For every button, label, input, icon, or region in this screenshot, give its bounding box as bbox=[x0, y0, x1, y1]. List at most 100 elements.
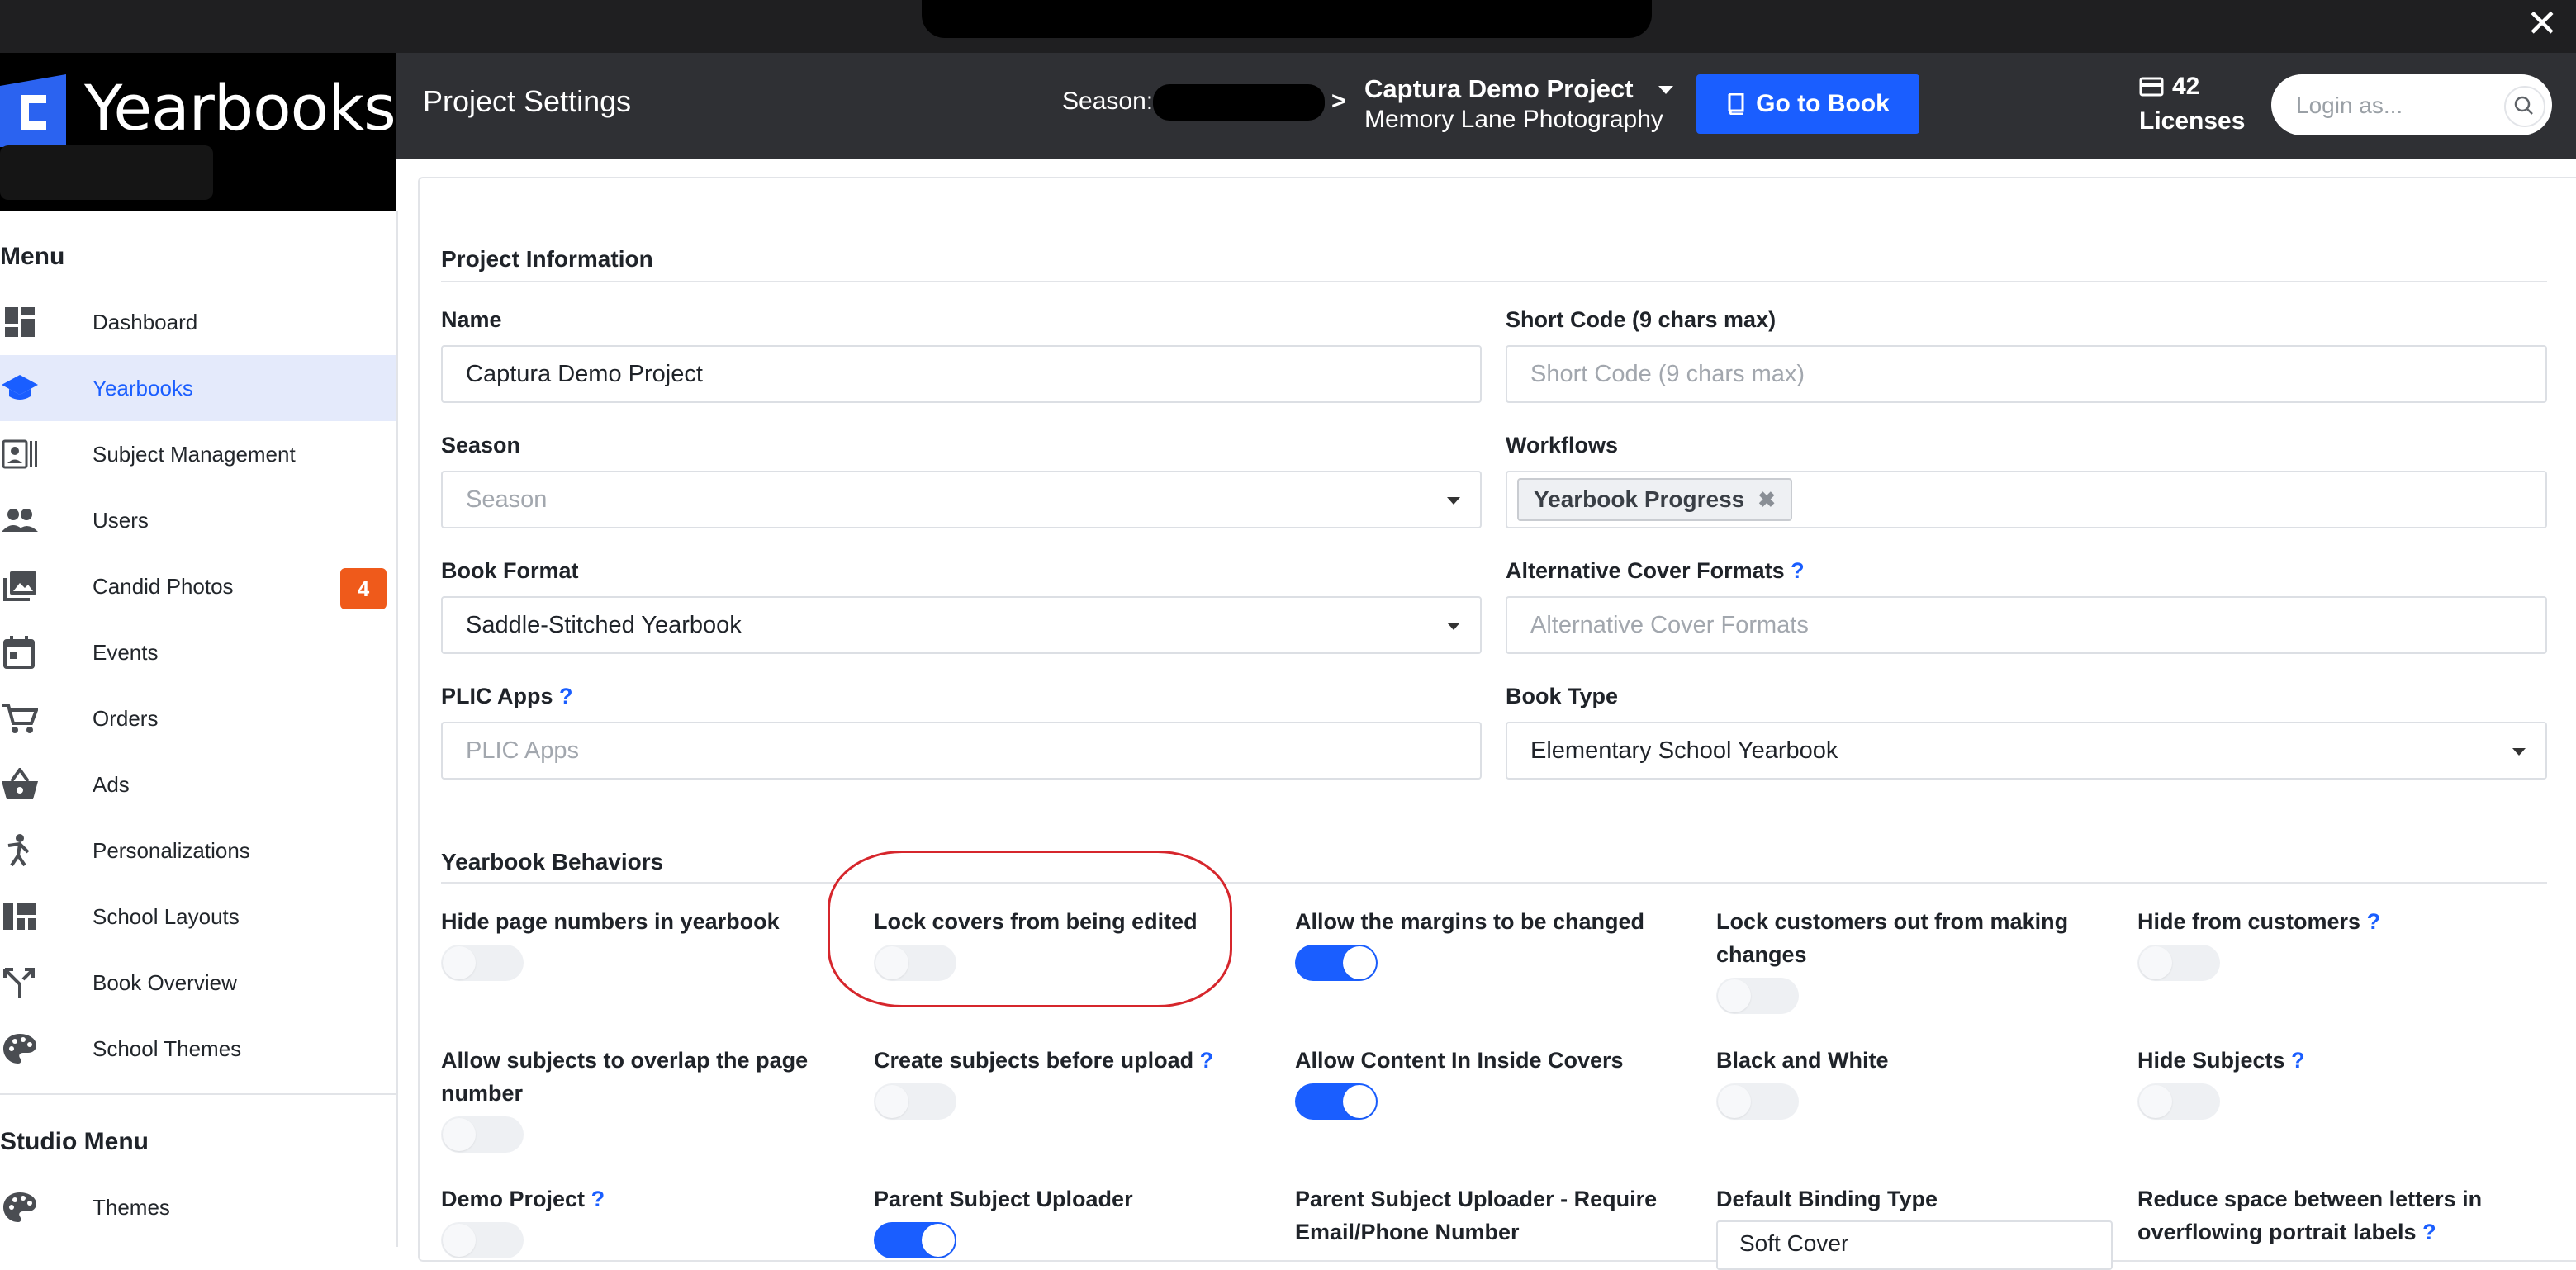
sidebar-divider bbox=[0, 1093, 396, 1095]
sidebar-item-personalizations[interactable]: Personalizations bbox=[0, 817, 396, 884]
login-as-input[interactable] bbox=[2294, 74, 2496, 137]
help-icon[interactable]: ? bbox=[1791, 558, 1805, 583]
candid-photos-count-badge: 4 bbox=[340, 568, 387, 609]
season-select[interactable]: Season bbox=[441, 471, 1482, 528]
project-name[interactable]: Captura Demo Project bbox=[1364, 74, 1634, 104]
close-icon[interactable]: ✕ bbox=[2517, 0, 2567, 48]
sidebar-item-events[interactable]: Events bbox=[0, 619, 396, 685]
hide-page-numbers-label: Hide page numbers in yearbook bbox=[441, 909, 780, 934]
sidebar-item-subject-management[interactable]: Subject Management bbox=[0, 421, 396, 487]
hide-subjects-toggle[interactable] bbox=[2137, 1083, 2220, 1120]
help-icon[interactable]: ? bbox=[559, 684, 573, 708]
chevron-down-icon bbox=[2512, 748, 2526, 756]
sidebar-item-yearbooks[interactable]: Yearbooks bbox=[0, 355, 396, 421]
sidebar-item-orders[interactable]: Orders bbox=[0, 685, 396, 751]
palette-icon bbox=[3, 1034, 36, 1064]
sidebar-item-ads[interactable]: Ads bbox=[0, 751, 396, 817]
season-select-placeholder: Season bbox=[466, 486, 548, 513]
chevron-right-icon: > bbox=[1331, 88, 1346, 115]
workflows-label: Workflows bbox=[1506, 433, 1619, 457]
sidebar-item-themes[interactable]: Themes bbox=[0, 1174, 396, 1240]
credit-card-icon bbox=[2139, 77, 2164, 97]
hide-subjects-label: Hide Subjects ? bbox=[2137, 1044, 2550, 1077]
sidebar-item-label: Personalizations bbox=[93, 838, 250, 863]
book-format-value: Saddle-Stitched Yearbook bbox=[466, 611, 742, 638]
create-subjects-label: Create subjects before upload ? bbox=[874, 1044, 1270, 1077]
sidebar-item-label: Orders bbox=[93, 706, 159, 731]
hide-page-numbers-toggle[interactable] bbox=[441, 945, 524, 981]
plic-apps-label: PLIC Apps ? bbox=[441, 684, 573, 709]
hide-from-customers-toggle[interactable] bbox=[2137, 945, 2220, 981]
remove-tag-icon[interactable]: ✖ bbox=[1758, 487, 1776, 513]
book-format-select[interactable]: Saddle-Stitched Yearbook bbox=[441, 596, 1482, 654]
help-icon[interactable]: ? bbox=[2367, 909, 2381, 934]
workflows-field[interactable]: Yearbook Progress ✖ bbox=[1506, 471, 2547, 528]
basket-icon bbox=[2, 768, 38, 799]
season-value-redacted bbox=[1153, 84, 1325, 121]
toggle-knob bbox=[922, 1224, 955, 1257]
login-as-box bbox=[2271, 74, 2552, 137]
black-and-white-toggle[interactable] bbox=[1716, 1083, 1799, 1120]
project-company: Memory Lane Photography bbox=[1364, 106, 1663, 133]
alt-cover-formats-field[interactable]: Alternative Cover Formats bbox=[1506, 596, 2547, 654]
sidebar-item-label: Dashboard bbox=[93, 310, 198, 334]
demo-project-label-text: Demo Project bbox=[441, 1187, 586, 1211]
allow-margins-label: Allow the margins to be changed bbox=[1295, 909, 1645, 934]
sidebar-item-school-layouts[interactable]: School Layouts bbox=[0, 884, 396, 950]
inside-covers-toggle[interactable] bbox=[1295, 1083, 1378, 1120]
inside-covers-label: Allow Content In Inside Covers bbox=[1295, 1048, 1624, 1073]
project-information-heading: Project Information bbox=[441, 246, 653, 272]
season-field-label: Season bbox=[441, 433, 521, 457]
toggle-knob bbox=[875, 1085, 908, 1118]
alt-cover-formats-label-text: Alternative Cover Formats bbox=[1506, 558, 1785, 583]
default-binding-type-select[interactable]: Soft Cover bbox=[1716, 1220, 2113, 1270]
help-icon[interactable]: ? bbox=[591, 1187, 605, 1211]
toggle-knob bbox=[1343, 1085, 1376, 1118]
sidebar-item-label: School Layouts bbox=[93, 904, 240, 929]
cart-icon bbox=[2, 704, 38, 733]
book-icon bbox=[1728, 93, 1744, 115]
sidebar-item-label: Candid Photos bbox=[93, 574, 234, 599]
sidebar-item-book-overview[interactable]: Book Overview bbox=[0, 950, 396, 1016]
black-and-white-label: Black and White bbox=[1716, 1048, 1889, 1073]
photos-icon bbox=[3, 571, 36, 601]
book-type-select[interactable]: Elementary School Yearbook bbox=[1506, 722, 2547, 780]
toggle-knob bbox=[443, 1118, 476, 1151]
hide-subjects-label-text: Hide Subjects bbox=[2137, 1048, 2285, 1073]
sidebar-item-candid-photos[interactable]: Candid Photos 4 bbox=[0, 553, 396, 619]
allow-margins-toggle[interactable] bbox=[1295, 945, 1378, 981]
go-to-book-button[interactable]: Go to Book bbox=[1696, 74, 1919, 134]
short-code-field[interactable]: Short Code (9 chars max) bbox=[1506, 345, 2547, 403]
create-subjects-toggle[interactable] bbox=[874, 1083, 956, 1120]
sidebar-item-users[interactable]: Users bbox=[0, 487, 396, 553]
layout-icon bbox=[3, 903, 36, 930]
redacted-subtitle bbox=[0, 145, 213, 200]
chevron-down-icon[interactable] bbox=[1658, 86, 1673, 94]
sidebar-item-dashboard[interactable]: Dashboard bbox=[0, 289, 396, 355]
palette-icon bbox=[3, 1192, 36, 1222]
demo-project-label: Demo Project ? bbox=[441, 1182, 821, 1216]
lock-customers-toggle[interactable] bbox=[1716, 978, 1799, 1014]
highlight-annotation bbox=[828, 851, 1232, 1007]
alt-cover-formats-label: Alternative Cover Formats ? bbox=[1506, 558, 1805, 584]
toggle-knob bbox=[443, 946, 476, 979]
help-icon[interactable]: ? bbox=[2291, 1048, 2305, 1073]
reduce-letter-spacing-label: Reduce space between letters in overflow… bbox=[2137, 1182, 2550, 1249]
person-icon bbox=[7, 834, 30, 867]
overlap-page-number-toggle[interactable] bbox=[441, 1116, 524, 1153]
parent-subject-uploader-toggle[interactable] bbox=[874, 1222, 956, 1258]
help-icon[interactable]: ? bbox=[2422, 1220, 2436, 1244]
logo-text: Yearbooks bbox=[84, 71, 396, 145]
users-icon bbox=[2, 509, 38, 532]
toggle-knob bbox=[2139, 1085, 2172, 1118]
help-icon[interactable]: ? bbox=[1200, 1048, 1214, 1073]
search-button[interactable] bbox=[2504, 86, 2545, 127]
search-icon bbox=[2514, 96, 2533, 115]
demo-project-toggle[interactable] bbox=[441, 1222, 524, 1258]
sidebar-item-school-themes[interactable]: School Themes bbox=[0, 1016, 396, 1082]
chevron-down-icon bbox=[1447, 623, 1460, 630]
season-label: Season: bbox=[1062, 88, 1154, 115]
plic-apps-field[interactable]: PLIC Apps bbox=[441, 722, 1482, 780]
name-field[interactable]: Captura Demo Project bbox=[441, 345, 1482, 403]
short-code-label: Short Code (9 chars max) bbox=[1506, 307, 1777, 332]
